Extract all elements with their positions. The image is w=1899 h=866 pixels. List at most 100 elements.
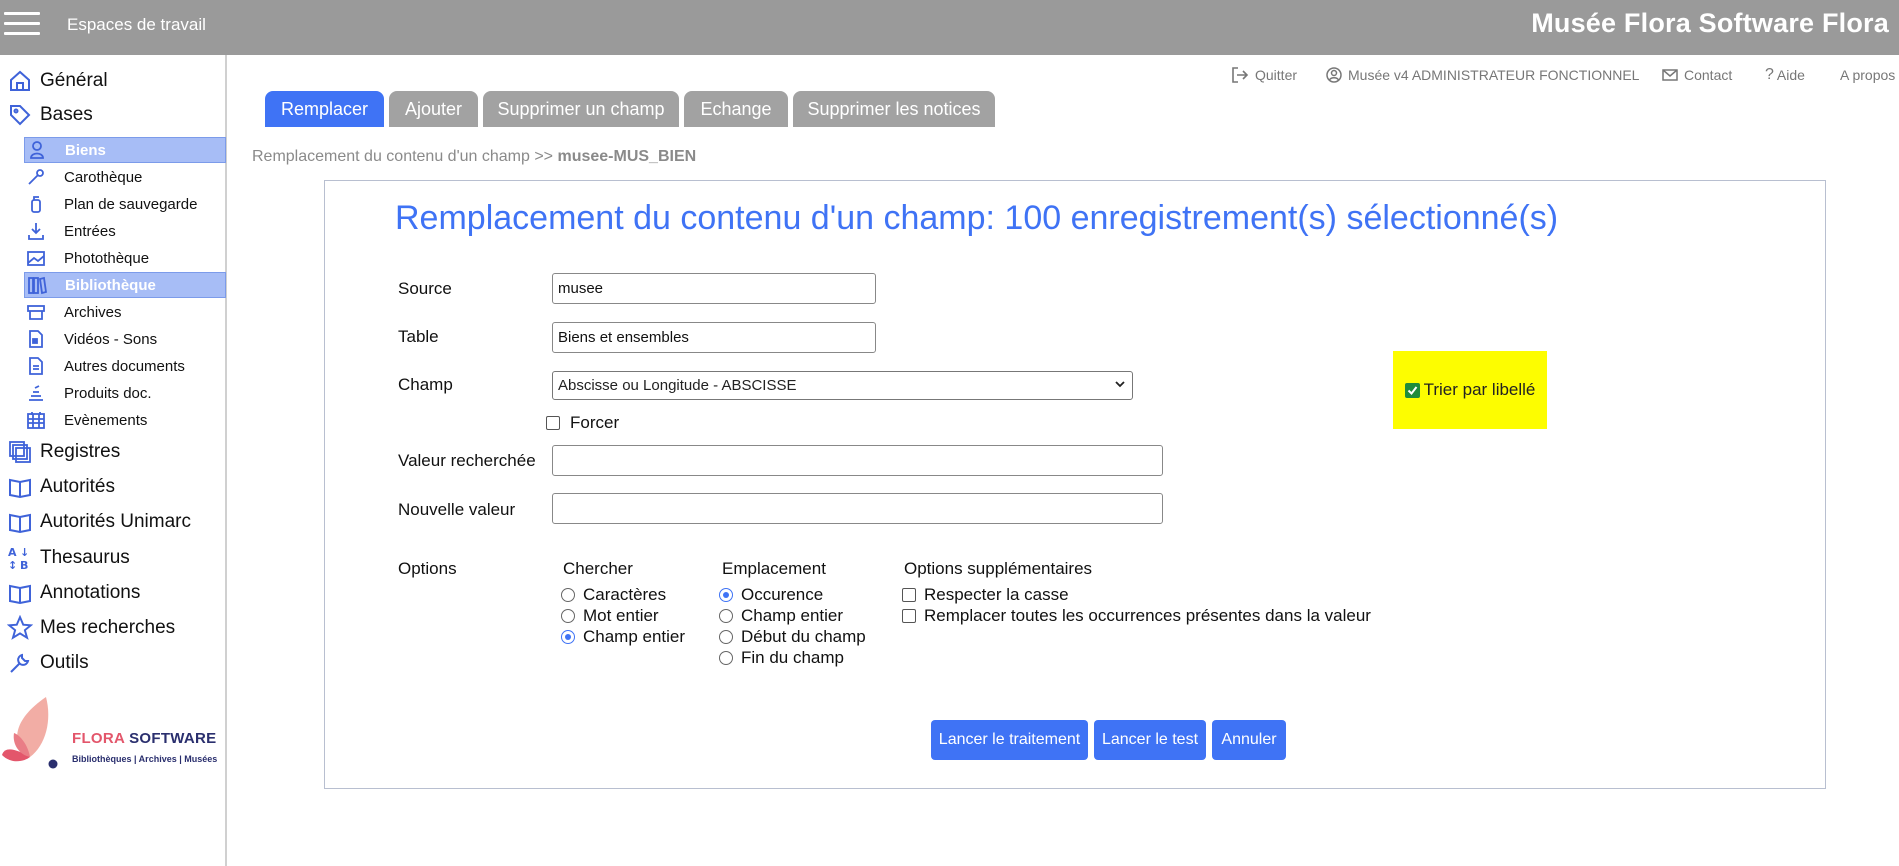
svg-text:↓: ↓ — [20, 546, 29, 559]
page-title: Remplacement du contenu d'un champ: 100 … — [395, 199, 1559, 237]
tab-supprimer-champ[interactable]: Supprimer un champ — [483, 91, 679, 127]
radio-caracteres[interactable] — [561, 588, 575, 602]
form-panel — [324, 180, 1826, 789]
chercher-option[interactable]: Caractères — [561, 585, 666, 605]
source-input[interactable] — [552, 273, 876, 304]
nav-outils[interactable]: Outils — [0, 648, 89, 678]
sidebar-item-evenements[interactable]: Evènements — [24, 407, 226, 433]
open-book-icon — [0, 475, 40, 499]
svg-text:↕: ↕ — [8, 559, 17, 571]
svg-text:B: B — [20, 559, 28, 571]
help-link[interactable]: ? Aide — [1765, 65, 1805, 85]
sidebar-item-biens[interactable]: Biens — [24, 137, 226, 163]
sidebar-item-produits-doc[interactable]: Produits doc. — [24, 380, 226, 406]
champ-select[interactable]: Abscisse ou Longitude - ABSCISSE — [552, 371, 1133, 400]
radio-occurence[interactable] — [719, 588, 733, 602]
contact-link[interactable]: Contact — [1662, 65, 1732, 85]
nav-registres[interactable]: Registres — [0, 437, 120, 467]
table-input[interactable] — [552, 322, 876, 353]
trier-checkbox[interactable] — [1404, 382, 1420, 398]
nav-thesaurus[interactable]: A ↕ ↓ B Thesaurus — [0, 543, 130, 573]
nav-general[interactable]: Général — [0, 66, 108, 96]
document-icon — [24, 356, 64, 376]
test-button[interactable]: Lancer le test — [1094, 720, 1206, 760]
check-icon — [1407, 385, 1417, 395]
nav-autorites[interactable]: Autorités — [0, 472, 115, 502]
drill-icon — [24, 167, 64, 187]
forcer-checkbox[interactable] — [546, 416, 560, 430]
sidebar-item-archives[interactable]: Archives — [24, 299, 226, 325]
radio-champ-entier[interactable] — [561, 630, 575, 644]
workspaces-link[interactable]: Espaces de travail — [67, 15, 206, 35]
nouvelle-valeur-input[interactable] — [552, 493, 1163, 524]
sort-alpha-icon: A ↕ ↓ B — [0, 545, 40, 571]
tab-remplacer[interactable]: Remplacer — [265, 91, 384, 127]
extinguisher-icon — [24, 194, 64, 214]
table-label: Table — [398, 327, 439, 346]
sidebar-item-bibliotheque[interactable]: Bibliothèque — [24, 272, 226, 298]
emplacement-option[interactable]: Occurence — [719, 585, 823, 605]
app-title: Musée Flora Software Flora — [1531, 8, 1889, 38]
user-link[interactable]: Musée v4 ADMINISTRATEUR FONCTIONNEL — [1326, 65, 1639, 85]
valeur-recherchee-label: Valeur recherchée — [398, 451, 536, 470]
quit-link[interactable]: Quitter — [1231, 65, 1297, 85]
tab-ajouter[interactable]: Ajouter — [389, 91, 478, 127]
trier-par-libelle[interactable]: Trier par libellé — [1393, 351, 1547, 429]
sidebar-item-phototheque[interactable]: Photothèque — [24, 245, 226, 271]
star-icon — [0, 615, 40, 641]
forcer-option[interactable]: Forcer — [546, 413, 619, 433]
tab-supprimer-notices[interactable]: Supprimer les notices — [793, 91, 995, 127]
emplacement-heading: Emplacement — [722, 559, 826, 578]
emplacement-option[interactable]: Début du champ — [719, 627, 866, 647]
emplacement-option[interactable]: Champ entier — [719, 606, 843, 626]
nav-mes-recherches[interactable]: Mes recherches — [0, 613, 175, 643]
wrench-icon — [0, 651, 40, 675]
valeur-recherchee-input[interactable] — [552, 445, 1163, 476]
question-icon: ? — [1765, 66, 1774, 83]
tag-icon — [0, 103, 40, 127]
nav-bases[interactable]: Bases — [0, 100, 93, 130]
chercher-option[interactable]: Mot entier — [561, 606, 659, 626]
run-button[interactable]: Lancer le traitement — [931, 720, 1088, 760]
options-label: Options — [398, 559, 457, 578]
nouvelle-valeur-label: Nouvelle valeur — [398, 500, 516, 519]
supp-option[interactable]: Respecter la casse — [902, 585, 1069, 605]
sidebar-item-plan-sauvegarde[interactable]: Plan de sauvegarde — [24, 191, 226, 217]
source-label: Source — [398, 279, 452, 298]
radio-debut-champ[interactable] — [719, 630, 733, 644]
menu-icon[interactable] — [4, 12, 40, 38]
options-supp-heading: Options supplémentaires — [904, 559, 1093, 578]
chercher-option[interactable]: Champ entier — [561, 627, 685, 647]
cancel-button[interactable]: Annuler — [1212, 720, 1286, 760]
breadcrumb: Remplacement du contenu d'un champ >> mu… — [252, 148, 697, 165]
sidebar-item-carotheque[interactable]: Carothèque — [24, 164, 226, 190]
books-icon — [25, 275, 65, 295]
mail-icon — [1662, 69, 1678, 81]
tab-echange[interactable]: Echange — [684, 91, 788, 127]
home-icon — [0, 69, 40, 93]
logo-wordmark: FLORA SOFTWARE — [72, 730, 217, 747]
radio-emplacement-champ-entier[interactable] — [719, 609, 733, 623]
top-bar: Espaces de travail Musée Flora Software … — [0, 0, 1899, 55]
remplacer-toutes-checkbox[interactable] — [902, 609, 916, 623]
supp-option[interactable]: Remplacer toutes les occurrences présent… — [902, 606, 1371, 626]
champ-label: Champ — [398, 375, 453, 394]
respecter-casse-checkbox[interactable] — [902, 588, 916, 602]
logo-tagline: Bibliothèques | Archives | Musées — [72, 754, 218, 764]
sidebar-item-videos-sons[interactable]: Vidéos - Sons — [24, 326, 226, 352]
chercher-heading: Chercher — [563, 559, 633, 578]
bust-icon — [25, 140, 65, 160]
nav-annotations[interactable]: Annotations — [0, 578, 140, 608]
nav-autorites-unimarc[interactable]: Autorités Unimarc — [0, 507, 191, 537]
emplacement-option[interactable]: Fin du champ — [719, 648, 844, 668]
download-icon — [24, 221, 64, 241]
registers-icon — [0, 440, 40, 464]
radio-mot-entier[interactable] — [561, 609, 575, 623]
chevron-down-icon — [1115, 381, 1125, 388]
sidebar-item-autres-documents[interactable]: Autres documents — [24, 353, 226, 379]
user-icon — [1326, 67, 1342, 83]
stack-icon — [24, 383, 64, 403]
sidebar-item-entrees[interactable]: Entrées — [24, 218, 226, 244]
radio-fin-champ[interactable] — [719, 651, 733, 665]
about-link[interactable]: A propos — [1840, 65, 1895, 85]
